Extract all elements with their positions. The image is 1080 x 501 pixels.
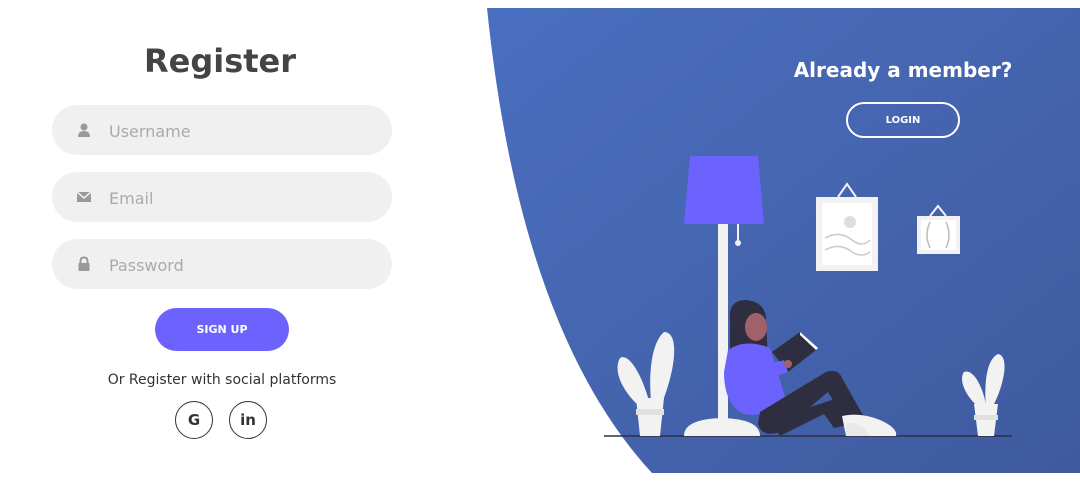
- email-input[interactable]: [107, 172, 371, 224]
- picture-frame-small: [917, 204, 960, 254]
- person-reading: [724, 300, 897, 436]
- plant-left: [617, 332, 675, 436]
- signup-button[interactable]: SIGN UP: [155, 308, 289, 351]
- google-icon: G: [187, 411, 201, 429]
- envelope-icon: [76, 191, 92, 202]
- username-input[interactable]: [107, 105, 371, 157]
- social-register-text: Or Register with social platforms: [107, 372, 337, 388]
- username-field-container[interactable]: [52, 105, 392, 157]
- lock-icon: [78, 256, 90, 271]
- email-field-container[interactable]: [52, 172, 392, 224]
- already-member-heading: Already a member?: [793, 58, 1013, 82]
- linkedin-icon: in: [240, 411, 256, 429]
- user-icon: [78, 123, 90, 137]
- password-field-container[interactable]: [52, 239, 392, 291]
- google-button[interactable]: G: [175, 401, 213, 439]
- register-form: Register SIGN UP Or Register with social…: [0, 0, 480, 501]
- register-title: Register: [143, 42, 297, 80]
- password-input[interactable]: [107, 239, 371, 291]
- plant-right: [962, 354, 1005, 436]
- picture-frame-large: [816, 182, 878, 271]
- login-button[interactable]: LOGIN: [846, 102, 960, 138]
- linkedin-button[interactable]: in: [229, 401, 267, 439]
